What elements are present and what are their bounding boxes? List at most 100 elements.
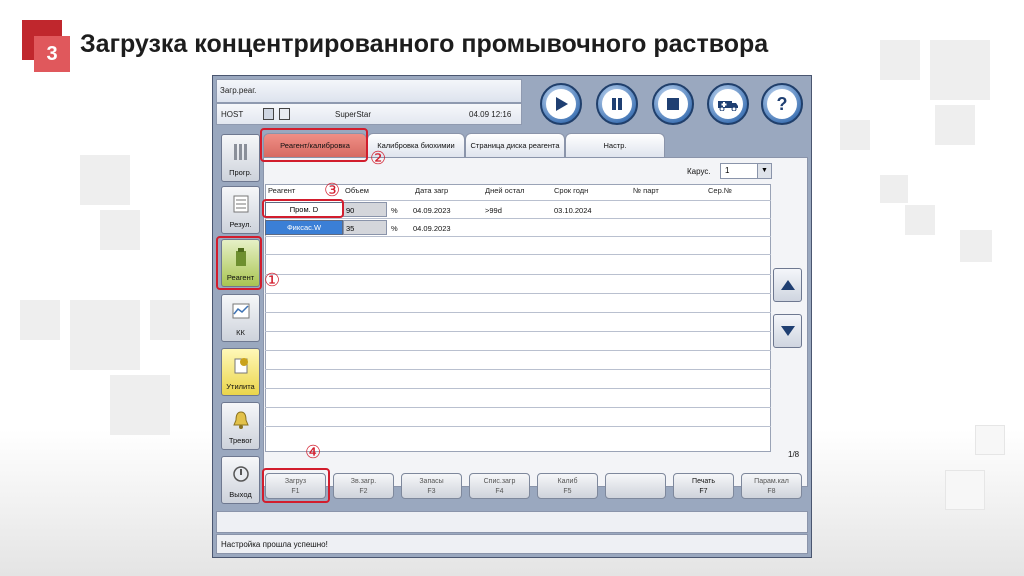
deco-square (960, 230, 992, 262)
unit-cell: % (391, 206, 398, 215)
help-button[interactable]: ? (761, 83, 803, 125)
row-divider (265, 274, 771, 275)
report-icon (232, 194, 250, 214)
row-divider (265, 407, 771, 408)
chart-icon (232, 302, 250, 322)
column-header-volume: Объем (345, 186, 369, 195)
button-label: Печать (692, 478, 715, 485)
load-date-cell: 04.09.2023 (413, 224, 451, 233)
page-indicator: 1/8 (788, 450, 800, 459)
column-header-serial: Сер.№ (708, 186, 732, 195)
carousel-label: Карус. (687, 167, 711, 176)
arrow-up-icon (780, 280, 795, 290)
calibrate-button[interactable]: Калиб F5 (537, 473, 598, 499)
sidebar-item-utility[interactable]: Утилита (221, 348, 260, 396)
deco-square (20, 300, 60, 340)
sidebar-item-alarm[interactable]: Тревог (221, 402, 260, 450)
button-label: Спис.загр (483, 478, 516, 485)
system-name: SuperStar (335, 110, 372, 119)
test-tubes-icon (232, 142, 250, 162)
deco-square (975, 425, 1005, 455)
power-icon (232, 464, 250, 484)
pause-icon (602, 89, 632, 119)
row-divider (265, 312, 771, 313)
button-label: Запасы (419, 478, 444, 485)
row-divider (265, 254, 771, 255)
start-button[interactable] (540, 83, 582, 125)
host-label: HOST (221, 110, 244, 119)
column-header-load-date: Дата загр (415, 186, 449, 195)
deco-square (80, 155, 130, 205)
slide-title: Загрузка концентрированного промывочного… (80, 30, 769, 58)
load-date-cell: 04.09.2023 (413, 206, 451, 215)
sidebar-item-label: Резул. (229, 220, 252, 229)
tab-reagent-disk[interactable]: Страница диска реагента (465, 133, 565, 157)
calibration-params-button[interactable]: Парам.кал F8 (741, 473, 802, 499)
reagent-row-button-fix-w[interactable]: Фиксас.W (265, 220, 343, 235)
stocks-button[interactable]: Запасы F3 (401, 473, 462, 499)
highlight-load-button (262, 468, 330, 503)
sidebar-item-results[interactable]: Резул. (221, 186, 260, 234)
button-key: F8 (767, 488, 776, 495)
deco-square (880, 175, 908, 203)
scroll-down-button[interactable] (773, 314, 802, 348)
print-button[interactable]: Печать F7 (673, 473, 734, 499)
button-key: F7 (699, 488, 708, 495)
highlight-wash-d-row (262, 199, 344, 218)
load-list-button[interactable]: Спис.загр F4 (469, 473, 530, 499)
carousel-select[interactable]: 1 ▼ (720, 163, 772, 179)
slide-number: 3 (34, 36, 70, 72)
sidebar-item-label: Тревог (228, 436, 253, 445)
stop-icon (658, 89, 688, 119)
volume-cell: 90 (343, 202, 387, 217)
deco-square (905, 205, 935, 235)
button-label: Парам.кал (754, 478, 789, 485)
button-key: F3 (427, 488, 436, 495)
deco-square (840, 120, 870, 150)
pause-button[interactable] (596, 83, 638, 125)
tab-settings[interactable]: Настр. (565, 133, 665, 157)
deco-square (100, 210, 140, 250)
callout-step-2: ② (370, 148, 387, 168)
computer-icon (263, 108, 274, 120)
column-header-reagent: Реагент (268, 186, 296, 195)
callout-step-3: ③ (324, 180, 341, 200)
window-title: Загр.реаг. (216, 79, 522, 103)
deco-square (935, 105, 975, 145)
deco-square (110, 375, 170, 435)
row-divider (265, 218, 771, 219)
row-divider (265, 369, 771, 370)
deco-square (150, 300, 190, 340)
deco-square (70, 300, 140, 370)
unit-cell: % (391, 224, 398, 233)
help-icon: ? (767, 89, 797, 119)
volume-cell: 35 (343, 220, 387, 235)
row-divider (265, 293, 771, 294)
row-divider (265, 350, 771, 351)
sidebar-item-qc[interactable]: КК (221, 294, 260, 342)
blank-function-button[interactable] (605, 473, 666, 499)
sidebar-item-program[interactable]: Прогр. (221, 134, 260, 182)
row-divider (265, 426, 771, 427)
printer-icon (279, 108, 290, 120)
callout-step-1: ① (264, 270, 281, 290)
datetime: 04.09 12:16 (469, 110, 512, 119)
deco-square (930, 40, 990, 100)
column-header-days-left: Дней остал (485, 186, 525, 195)
stop-button[interactable] (652, 83, 694, 125)
utility-icon (232, 356, 250, 376)
sidebar-item-exit[interactable]: Выход (221, 456, 260, 504)
button-key: F5 (563, 488, 572, 495)
emergency-button[interactable] (707, 83, 749, 125)
expiry-cell: 03.10.2024 (554, 206, 592, 215)
sidebar-item-label: Утилита (226, 382, 255, 391)
bell-icon (232, 410, 250, 430)
callout-step-4: ④ (305, 442, 322, 462)
scroll-up-button[interactable] (773, 268, 802, 302)
deco-square (945, 470, 985, 510)
sound-load-button[interactable]: Зв.загр. F2 (333, 473, 394, 499)
button-label: Калиб (557, 478, 578, 485)
arrow-down-icon (780, 326, 795, 336)
days-left-cell: >99d (485, 206, 502, 215)
button-label: Зв.загр. (350, 478, 377, 485)
